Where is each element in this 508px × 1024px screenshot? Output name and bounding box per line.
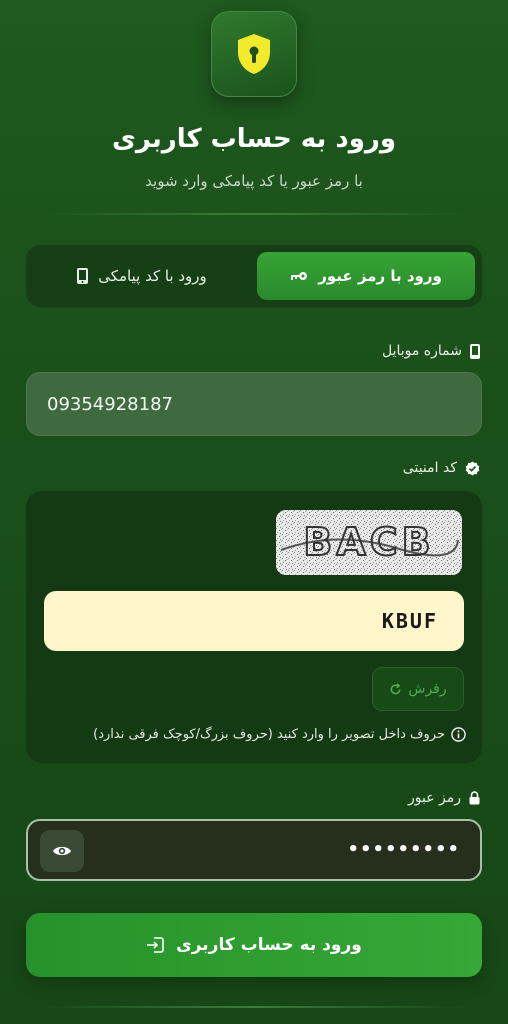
shield-lock-icon	[238, 34, 270, 74]
verified-check-icon	[465, 460, 480, 476]
login-icon	[147, 937, 164, 953]
mobile-input[interactable]: 09354928187	[26, 372, 482, 436]
captcha-input-value: KBUF	[381, 609, 438, 633]
page-title: ورود به حساب کاربری	[111, 124, 397, 154]
app-logo	[211, 11, 297, 97]
mobile-input-value: 09354928187	[47, 393, 173, 415]
lock-icon	[469, 791, 480, 805]
password-input[interactable]: •••••••••	[26, 819, 482, 881]
captcha-image: BACB	[276, 510, 462, 575]
captcha-image-text: BACB	[303, 520, 434, 564]
captcha-label: کد امنیتی	[403, 460, 480, 476]
password-label: رمز عبور	[408, 790, 480, 806]
captcha-hint: حروف داخل تصویر را وارد کنید (حروف بزرگ/…	[93, 727, 466, 742]
login-method-tabs: ورود با رمز عبور ورود با کد پیامکی	[26, 245, 482, 307]
captcha-input[interactable]: KBUF	[44, 591, 464, 651]
captcha-refresh-button[interactable]: رفرش	[372, 667, 464, 711]
divider	[40, 1006, 468, 1008]
toggle-password-visibility-button[interactable]	[40, 830, 84, 872]
password-input-value: •••••••••	[347, 839, 460, 860]
eye-icon	[53, 846, 71, 856]
refresh-icon	[390, 682, 401, 694]
mobile-icon	[77, 268, 89, 284]
key-icon	[291, 272, 308, 280]
info-icon	[451, 727, 466, 742]
login-submit-button[interactable]: ورود به حساب کاربری	[26, 913, 482, 977]
mobile-label: شماره موبایل	[382, 343, 480, 359]
tab-label: ورود با کد پیامکی	[98, 267, 207, 285]
tab-sms-login[interactable]: ورود با کد پیامکی	[33, 252, 251, 300]
mobile-icon	[470, 343, 480, 359]
tab-password-login[interactable]: ورود با رمز عبور	[257, 252, 475, 300]
tab-label: ورود با رمز عبور	[318, 267, 442, 285]
divider	[40, 213, 468, 215]
captcha-panel: BACB KBUF رفرش حروف داخل تصویر را وارد ک…	[26, 491, 482, 763]
page-subtitle: با رمز عبور یا کد پیامکی وارد شوید	[145, 172, 363, 190]
